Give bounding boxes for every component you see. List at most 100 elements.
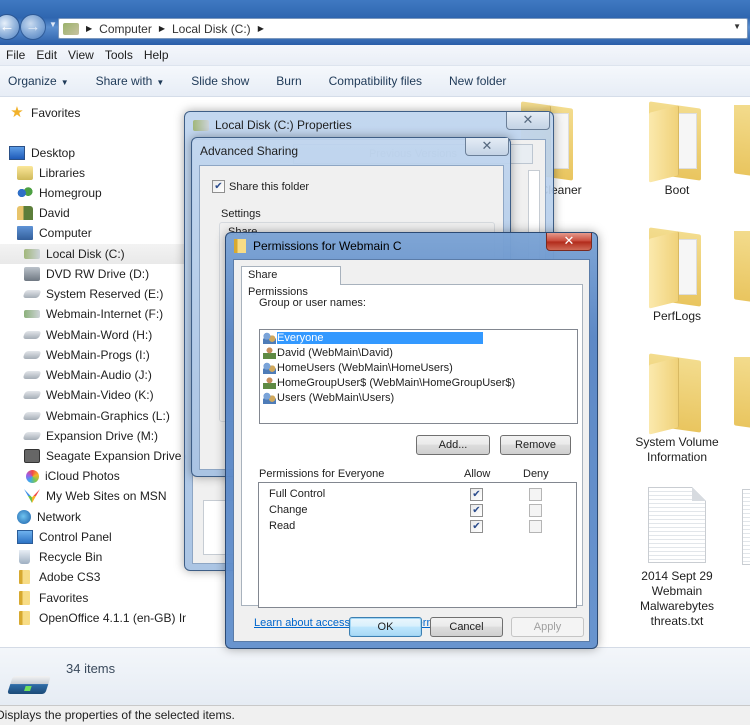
- hard-drive-icon: [22, 351, 42, 359]
- breadcrumb-chevron-icon[interactable]: ▶: [258, 24, 264, 33]
- breadcrumb-computer[interactable]: Computer: [99, 22, 152, 36]
- menu-tools[interactable]: Tools: [99, 48, 138, 62]
- nav-network[interactable]: Network: [17, 507, 81, 527]
- nav-msn-sites[interactable]: My Web Sites on MSN: [24, 486, 166, 506]
- checkbox-label: Share this folder: [229, 180, 310, 193]
- nav-adobe-cs3[interactable]: Adobe CS3: [17, 567, 100, 587]
- user-row-david[interactable]: David (WebMain\David): [260, 345, 577, 360]
- nav-drive-l[interactable]: Webmain-Graphics (L:): [22, 406, 170, 426]
- close-button[interactable]: ✕: [546, 233, 592, 251]
- allow-checkbox[interactable]: [470, 520, 483, 533]
- breadcrumb-local-disk[interactable]: Local Disk (C:): [172, 22, 251, 36]
- file-partial[interactable]: [734, 105, 750, 183]
- allow-checkbox[interactable]: [470, 504, 483, 517]
- nav-libraries[interactable]: Libraries: [17, 163, 85, 183]
- address-history-dropdown-icon[interactable]: ▼: [733, 22, 741, 31]
- nav-drive-m[interactable]: Expansion Drive (M:): [22, 426, 158, 446]
- file-partial[interactable]: [734, 357, 750, 435]
- desktop-icon: [9, 146, 25, 160]
- navigation-pane[interactable]: ★ Favorites Desktop Libraries Homegroup D…: [0, 97, 265, 647]
- add-button[interactable]: Add...: [416, 435, 490, 455]
- status-text: Displays the properties of the selected …: [0, 708, 235, 722]
- close-button[interactable]: ✕: [465, 138, 509, 156]
- nav-label: Computer: [39, 226, 92, 240]
- nav-label: Recycle Bin: [39, 550, 103, 564]
- organize-button[interactable]: Organize ▼: [8, 74, 69, 88]
- user-row-homegroupuser[interactable]: HomeGroupUser$ (WebMain\HomeGroupUser$): [260, 375, 577, 390]
- nav-drive-e[interactable]: System Reserved (E:): [22, 284, 163, 304]
- ok-button[interactable]: OK: [349, 617, 422, 637]
- address-bar[interactable]: ▶ Computer ▶ Local Disk (C:) ▶ ▼: [58, 18, 748, 39]
- breadcrumb-chevron-icon[interactable]: ▶: [86, 24, 92, 33]
- file-perflogs[interactable]: PerfLogs: [632, 227, 722, 324]
- computer-icon: [17, 226, 33, 240]
- tab-share-permissions[interactable]: Share Permissions: [241, 266, 341, 298]
- nav-drive-j[interactable]: WebMain-Audio (J:): [22, 365, 152, 385]
- nav-desktop[interactable]: Desktop: [9, 143, 75, 163]
- remove-button[interactable]: Remove: [500, 435, 571, 455]
- file-partial[interactable]: [734, 231, 750, 309]
- homegroup-icon: [17, 186, 33, 200]
- folder-icon: [649, 227, 705, 309]
- file-partial[interactable]: [742, 489, 750, 565]
- dialog-title: Permissions for Webmain C: [234, 239, 402, 253]
- compatibility-files-button[interactable]: Compatibility files: [329, 74, 422, 88]
- nav-label: WebMain-Audio (J:): [46, 368, 152, 382]
- window-titlebar: ← → ▼ ▶ Computer ▶ Local Disk (C:) ▶ ▼: [0, 0, 750, 45]
- share-with-button[interactable]: Share with ▼: [96, 74, 165, 88]
- share-this-folder-checkbox[interactable]: Share this folder: [212, 180, 309, 193]
- menu-help[interactable]: Help: [138, 48, 174, 62]
- file-boot[interactable]: Boot: [632, 101, 722, 198]
- cancel-button[interactable]: Cancel: [430, 617, 503, 637]
- close-button[interactable]: ✕: [506, 112, 550, 130]
- details-pane: 34 items: [0, 647, 750, 705]
- nav-label: Local Disk (C:): [46, 247, 125, 261]
- breadcrumb-chevron-icon[interactable]: ▶: [159, 24, 165, 33]
- nav-drive-k[interactable]: WebMain-Video (K:): [22, 385, 154, 405]
- nav-drive-h[interactable]: WebMain-Word (H:): [22, 325, 152, 345]
- menu-file[interactable]: File: [0, 48, 30, 62]
- user-list[interactable]: Everyone David (WebMain\David) HomeUsers…: [259, 329, 578, 424]
- menu-view[interactable]: View: [62, 48, 99, 62]
- nav-computer[interactable]: Computer: [17, 223, 92, 243]
- new-folder-button[interactable]: New folder: [449, 74, 506, 88]
- nav-drive-f[interactable]: Webmain-Internet (F:): [24, 304, 163, 324]
- deny-checkbox[interactable]: [529, 488, 542, 501]
- menu-edit[interactable]: Edit: [30, 48, 62, 62]
- nav-drive-c[interactable]: Local Disk (C:): [0, 244, 185, 264]
- nav-drive-i[interactable]: WebMain-Progs (I:): [22, 345, 150, 365]
- checkbox-checked-icon[interactable]: [212, 180, 225, 193]
- recent-pages-dropdown-icon[interactable]: ▼: [49, 20, 57, 29]
- close-icon: ✕: [481, 138, 493, 153]
- nav-favorites[interactable]: ★ Favorites: [9, 103, 80, 123]
- nav-favorites-folder[interactable]: Favorites: [17, 588, 88, 608]
- file-malwarebytes-txt[interactable]: 2014 Sept 29 Webmain Malwarebytes threat…: [632, 487, 722, 629]
- nav-david[interactable]: David: [17, 203, 70, 223]
- apply-button[interactable]: Apply: [511, 617, 584, 637]
- nav-control-panel[interactable]: Control Panel: [17, 527, 112, 547]
- nav-label: Adobe CS3: [39, 570, 101, 584]
- user-row-everyone[interactable]: Everyone: [260, 330, 577, 345]
- nav-icloud-photos[interactable]: iCloud Photos: [26, 466, 120, 486]
- forward-button[interactable]: →: [20, 14, 46, 40]
- burn-button[interactable]: Burn: [276, 74, 301, 88]
- nav-recycle-bin[interactable]: Recycle Bin: [17, 547, 102, 567]
- msn-butterfly-icon: [24, 489, 40, 503]
- permission-name: Full Control: [269, 488, 326, 500]
- file-system-volume-information[interactable]: System Volume Information: [632, 353, 722, 465]
- deny-column-header: Deny: [523, 468, 549, 480]
- allow-checkbox[interactable]: [470, 488, 483, 501]
- nav-homegroup[interactable]: Homegroup: [17, 183, 102, 203]
- back-button[interactable]: ←: [0, 14, 20, 40]
- slide-show-button[interactable]: Slide show: [191, 74, 249, 88]
- nav-drive-n[interactable]: Seagate Expansion Drive (N:): [24, 446, 205, 466]
- libraries-icon: [17, 166, 33, 180]
- nav-drive-d[interactable]: DVD RW Drive (D:): [24, 264, 149, 284]
- user-folder-icon: [17, 206, 33, 220]
- user-row-users[interactable]: Users (WebMain\Users): [260, 390, 577, 405]
- user-row-homeusers[interactable]: HomeUsers (WebMain\HomeUsers): [260, 360, 577, 375]
- organize-label: Organize: [8, 74, 57, 88]
- deny-checkbox[interactable]: [529, 504, 542, 517]
- deny-checkbox[interactable]: [529, 520, 542, 533]
- star-icon: ★: [10, 104, 24, 121]
